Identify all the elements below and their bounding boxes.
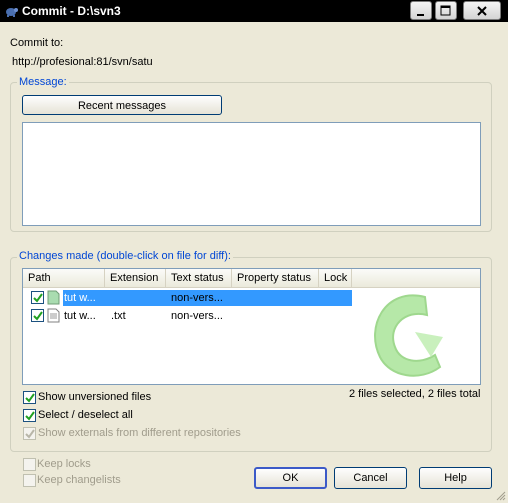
- unversioned-file-icon: [47, 290, 60, 305]
- keep-locks-label: Keep locks: [37, 458, 91, 470]
- files-summary: 2 files selected, 2 files total: [349, 388, 481, 400]
- check-icon: [25, 429, 35, 439]
- column-text-status[interactable]: Text status: [166, 269, 232, 287]
- changes-list[interactable]: Path Extension Text status Property stat…: [22, 268, 481, 385]
- cancel-button[interactable]: Cancel: [334, 467, 407, 489]
- commit-url: http://profesional:81/svn/satu: [12, 56, 153, 68]
- minimize-icon: [417, 14, 424, 16]
- check-icon: [25, 411, 35, 421]
- ok-button[interactable]: OK: [254, 467, 327, 489]
- changes-legend: Changes made (double-click on file for d…: [17, 250, 233, 262]
- check-icon: [25, 393, 35, 403]
- column-path[interactable]: Path: [23, 269, 105, 287]
- column-property-status[interactable]: Property status: [232, 269, 319, 287]
- maximize-button[interactable]: [435, 1, 457, 20]
- recent-messages-button[interactable]: Recent messages: [22, 95, 222, 115]
- commit-dialog: Commit - D:\svn3 Commit to: http://profe…: [0, 0, 508, 503]
- show-externals-label: Show externals from different repositori…: [38, 427, 241, 439]
- message-textarea[interactable]: [22, 122, 481, 226]
- cell-text-status: non-vers...: [171, 310, 223, 322]
- check-icon: [33, 311, 43, 321]
- check-icon: [33, 293, 43, 303]
- table-row[interactable]: tut w... .txt non-vers...: [23, 308, 480, 324]
- row-checkbox[interactable]: [31, 291, 44, 304]
- column-extension[interactable]: Extension: [105, 269, 166, 287]
- cell-extension: .txt: [111, 310, 126, 322]
- table-row[interactable]: tut w... non-vers...: [23, 290, 480, 306]
- help-button[interactable]: Help: [419, 467, 492, 489]
- cell-path: tut w...: [64, 292, 96, 304]
- close-icon: [477, 6, 487, 16]
- list-header: Path Extension Text status Property stat…: [23, 269, 480, 288]
- close-button[interactable]: [463, 1, 501, 20]
- row-checkbox[interactable]: [31, 309, 44, 322]
- keep-changelists-checkbox: [23, 474, 36, 487]
- cell-path: tut w...: [64, 310, 96, 322]
- select-all-label[interactable]: Select / deselect all: [38, 409, 133, 421]
- show-unversioned-checkbox[interactable]: [23, 391, 36, 404]
- minimize-button[interactable]: [410, 1, 432, 20]
- maximize-icon: [440, 5, 451, 16]
- window-title: Commit - D:\svn3: [22, 4, 121, 18]
- text-file-icon: [47, 308, 60, 323]
- commit-to-label: Commit to:: [10, 37, 64, 49]
- select-all-checkbox[interactable]: [23, 409, 36, 422]
- keep-changelists-label: Keep changelists: [37, 474, 121, 486]
- keep-locks-checkbox: [23, 458, 36, 471]
- tortoise-icon: [6, 8, 18, 17]
- resize-grip-icon[interactable]: [494, 489, 506, 501]
- column-lock[interactable]: Lock: [319, 269, 352, 287]
- message-legend: Message:: [17, 76, 69, 88]
- show-externals-checkbox: [23, 427, 36, 440]
- show-unversioned-label[interactable]: Show unversioned files: [38, 391, 151, 403]
- title-bar[interactable]: Commit - D:\svn3: [0, 0, 508, 22]
- cell-text-status: non-vers...: [171, 292, 223, 304]
